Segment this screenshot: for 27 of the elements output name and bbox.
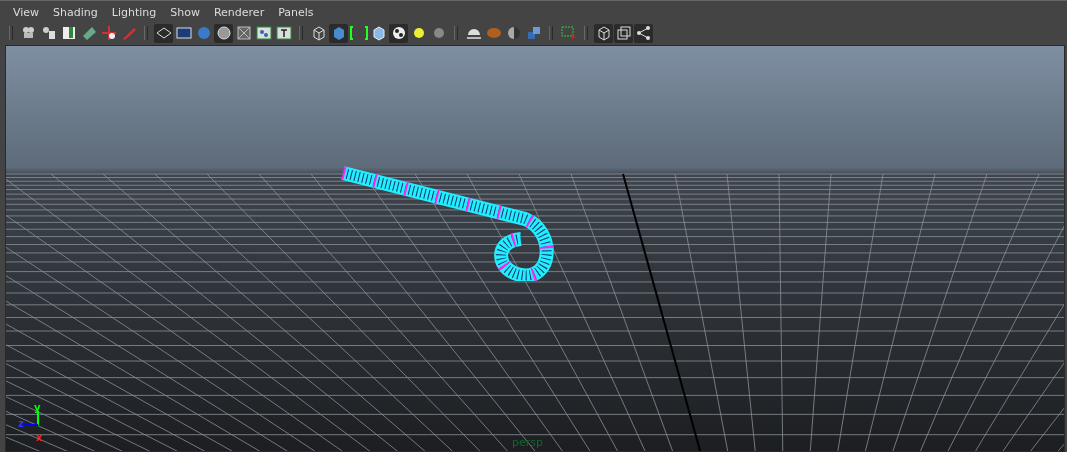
share-tool-button[interactable] (634, 23, 653, 43)
wire-cube-tool-button[interactable] (594, 23, 613, 43)
ring-icon (214, 24, 233, 42)
axis-label: z (18, 419, 24, 429)
menu-item[interactable]: Panels (271, 5, 321, 19)
two-squares-tool-button[interactable] (614, 23, 633, 43)
menu-item[interactable]: Shading (46, 5, 105, 19)
text-tool-button[interactable] (274, 23, 293, 43)
axis-label: x (36, 433, 43, 443)
axis-label: y (34, 403, 41, 413)
xray-icon (234, 24, 253, 42)
share-icon (634, 24, 653, 42)
menu-item[interactable]: Lighting (104, 5, 164, 19)
menu-item[interactable]: Show (163, 5, 207, 19)
select-box-icon (559, 24, 578, 42)
dots-tool-button[interactable] (254, 23, 273, 43)
ring-tool-button[interactable] (214, 23, 233, 43)
cube-tool-button[interactable] (329, 23, 348, 43)
menu-item[interactable]: View (6, 5, 47, 19)
xray-tool-button[interactable] (234, 23, 253, 43)
dots-icon (254, 24, 273, 42)
two-squares-icon (614, 24, 633, 42)
camera-name-label: persp (512, 436, 543, 449)
menu-item[interactable]: Renderer (206, 5, 272, 19)
film-icon (174, 24, 193, 42)
grid-tool-button[interactable] (154, 23, 173, 43)
text-icon (274, 24, 293, 42)
